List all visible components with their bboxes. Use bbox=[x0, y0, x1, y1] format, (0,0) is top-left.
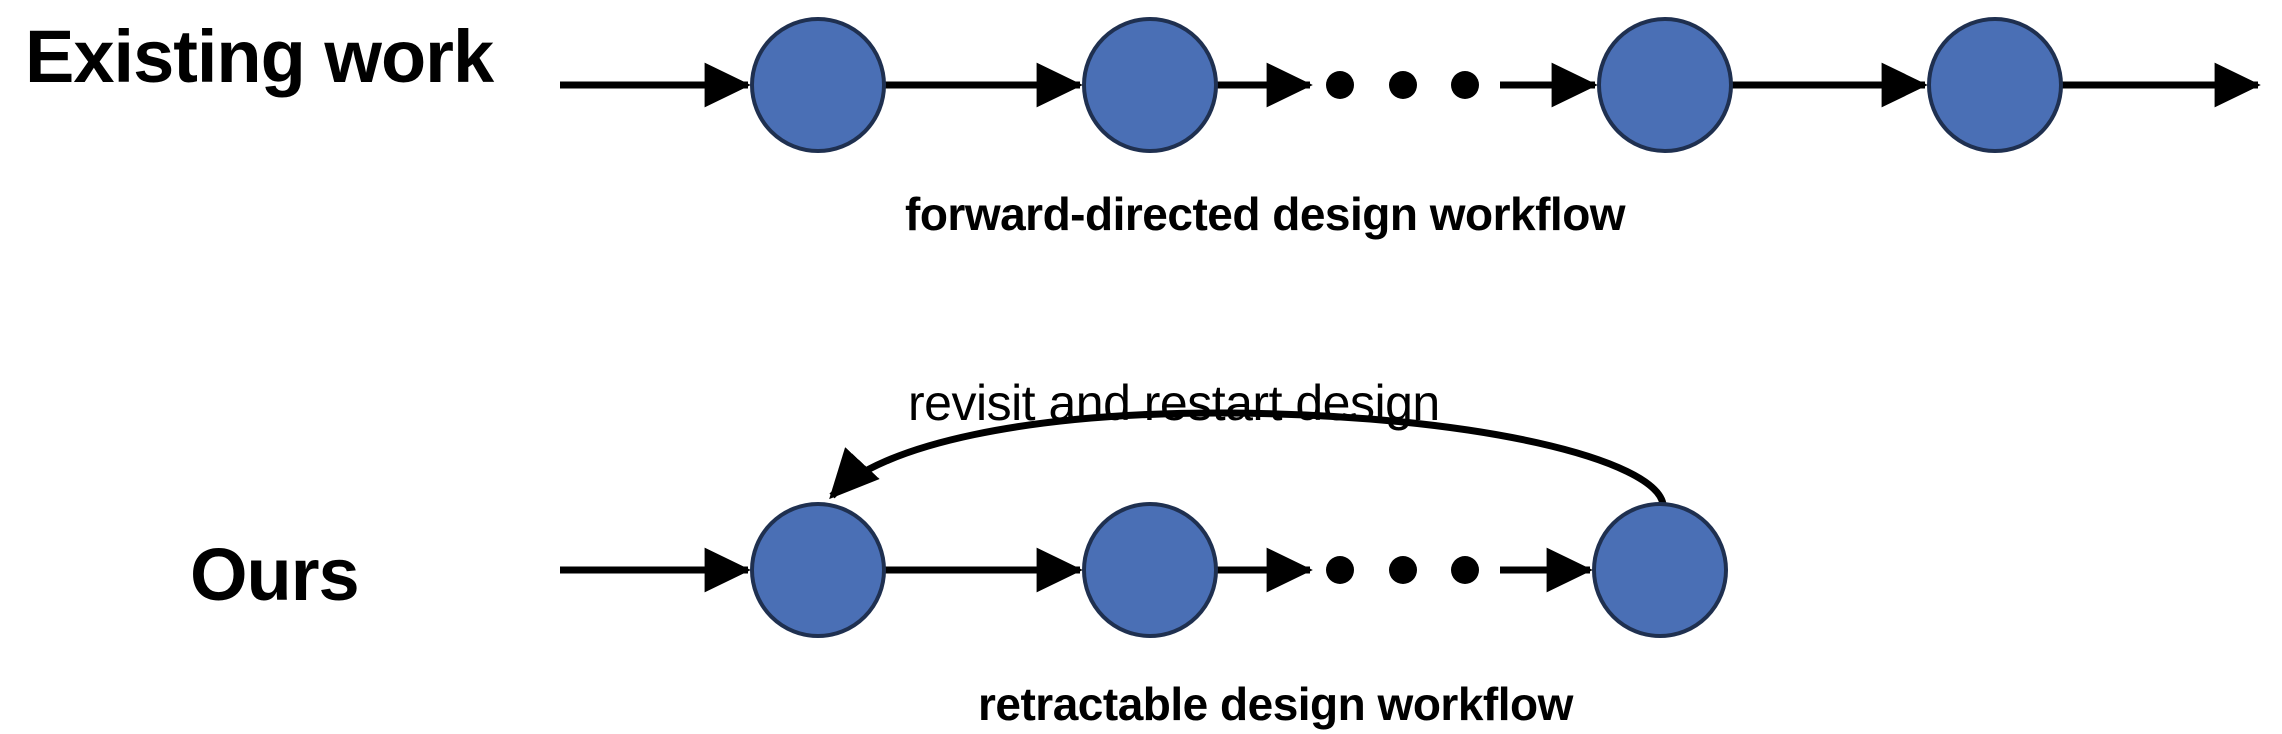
row-label-existing-work: Existing work bbox=[25, 15, 495, 98]
ellipsis-dot bbox=[1389, 71, 1417, 99]
ellipsis-dot bbox=[1389, 556, 1417, 584]
ellipsis-dot bbox=[1451, 556, 1479, 584]
revisit-restart-label: revisit and restart design bbox=[908, 375, 1440, 431]
workflow-node[interactable] bbox=[1082, 17, 1218, 153]
ellipsis-existing-work bbox=[1326, 71, 1479, 99]
workflow-node[interactable] bbox=[1592, 502, 1728, 638]
ellipsis-dot bbox=[1326, 71, 1354, 99]
workflow-diagram: Existing work forward-directed design wo… bbox=[25, 15, 2261, 730]
ellipsis-dot bbox=[1326, 556, 1354, 584]
ellipsis-dot bbox=[1451, 71, 1479, 99]
figure-root: Existing work forward-directed design wo… bbox=[0, 0, 2282, 734]
workflow-node[interactable] bbox=[750, 17, 886, 153]
row-existing-work: Existing work forward-directed design wo… bbox=[25, 15, 2261, 240]
workflow-node[interactable] bbox=[1597, 17, 1733, 153]
workflow-node[interactable] bbox=[750, 502, 886, 638]
workflow-node[interactable] bbox=[1927, 17, 2063, 153]
caption-existing-work: forward-directed design workflow bbox=[905, 188, 1626, 240]
row-label-ours: Ours bbox=[190, 533, 359, 616]
row-ours: Ours revisit and restart design retracta… bbox=[190, 375, 1728, 730]
ellipsis-ours bbox=[1326, 556, 1479, 584]
caption-ours: retractable design workflow bbox=[978, 678, 1574, 730]
workflow-node[interactable] bbox=[1082, 502, 1218, 638]
